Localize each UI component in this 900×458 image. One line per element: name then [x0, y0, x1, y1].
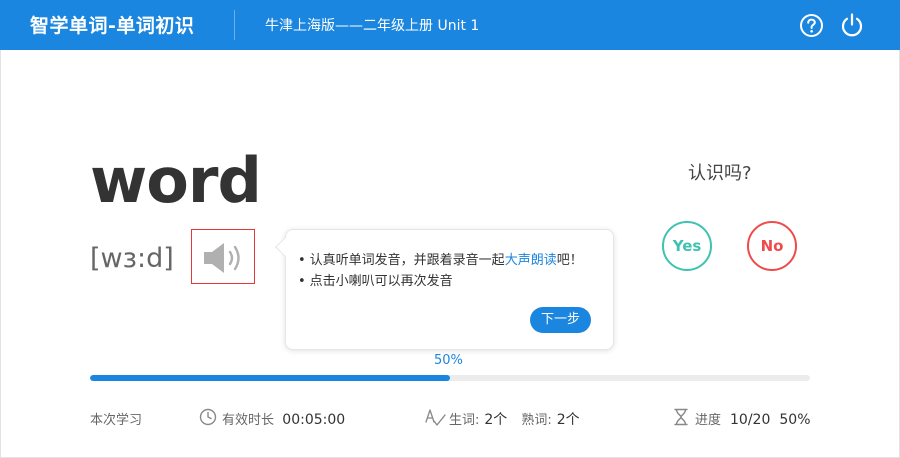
study-progress: 进度 10/20 50% [695, 409, 811, 428]
tooltip-text: 认真听单词发音，并跟着录音一起 [309, 253, 505, 268]
progress-bar [90, 375, 810, 381]
known-words-value: 2个 [556, 412, 580, 428]
question-prompt: 认识吗? [688, 163, 752, 184]
clock-icon [199, 408, 217, 426]
tooltip-line-2: • 点击小喇叭可以再次发音 [298, 270, 453, 289]
top-bar: 智学单词-单词初识 牛津上海版——二年级上册 Unit 1 [0, 0, 900, 50]
help-icon[interactable] [799, 13, 824, 38]
known-words-label: 熟词: [521, 413, 552, 428]
tooltip-highlight: 大声朗读 [504, 253, 557, 268]
session-label: 本次学习 [90, 413, 143, 428]
progress-label: 进度 [695, 413, 722, 428]
power-icon[interactable] [839, 12, 865, 38]
progress-value: 10/20 [730, 412, 771, 428]
duration-value: 00:05:00 [282, 412, 346, 428]
yes-button[interactable]: Yes [662, 221, 712, 271]
no-button[interactable]: No [747, 221, 797, 271]
hourglass-icon [674, 408, 688, 426]
progress-percent-value: 50% [779, 412, 811, 428]
duration: 有效时长 00:05:00 [222, 409, 345, 428]
word-counts: 生词: 2个 熟词: 2个 [449, 409, 580, 429]
app-title: 智学单词-单词初识 [30, 15, 195, 37]
bullet: • [298, 253, 306, 268]
book-title: 牛津上海版——二年级上册 Unit 1 [265, 18, 480, 34]
speaker-button[interactable] [191, 229, 255, 284]
spelling-icon [425, 409, 446, 426]
phonetic-text: [wɜ:d] [90, 243, 174, 274]
guide-tooltip: • 认真听单词发音，并跟着录音一起大声朗读吧！ • 点击小喇叭可以再次发音 下一步 [275, 229, 614, 350]
word-text: word [90, 144, 262, 217]
header-divider [234, 10, 235, 40]
tooltip-text: 点击小喇叭可以再次发音 [309, 274, 453, 289]
tooltip-line-1: • 认真听单词发音，并跟着录音一起大声朗读吧！ [298, 249, 583, 268]
new-words-value: 2个 [484, 412, 508, 428]
progress-fill [90, 375, 450, 381]
bullet: • [298, 274, 306, 289]
new-words-label: 生词: [449, 413, 480, 428]
tooltip-text-end: 吧！ [556, 253, 583, 268]
progress-percent-label: 50% [434, 353, 463, 368]
duration-label: 有效时长 [222, 413, 275, 428]
next-step-button[interactable]: 下一步 [530, 307, 591, 333]
speaker-icon [204, 243, 240, 273]
